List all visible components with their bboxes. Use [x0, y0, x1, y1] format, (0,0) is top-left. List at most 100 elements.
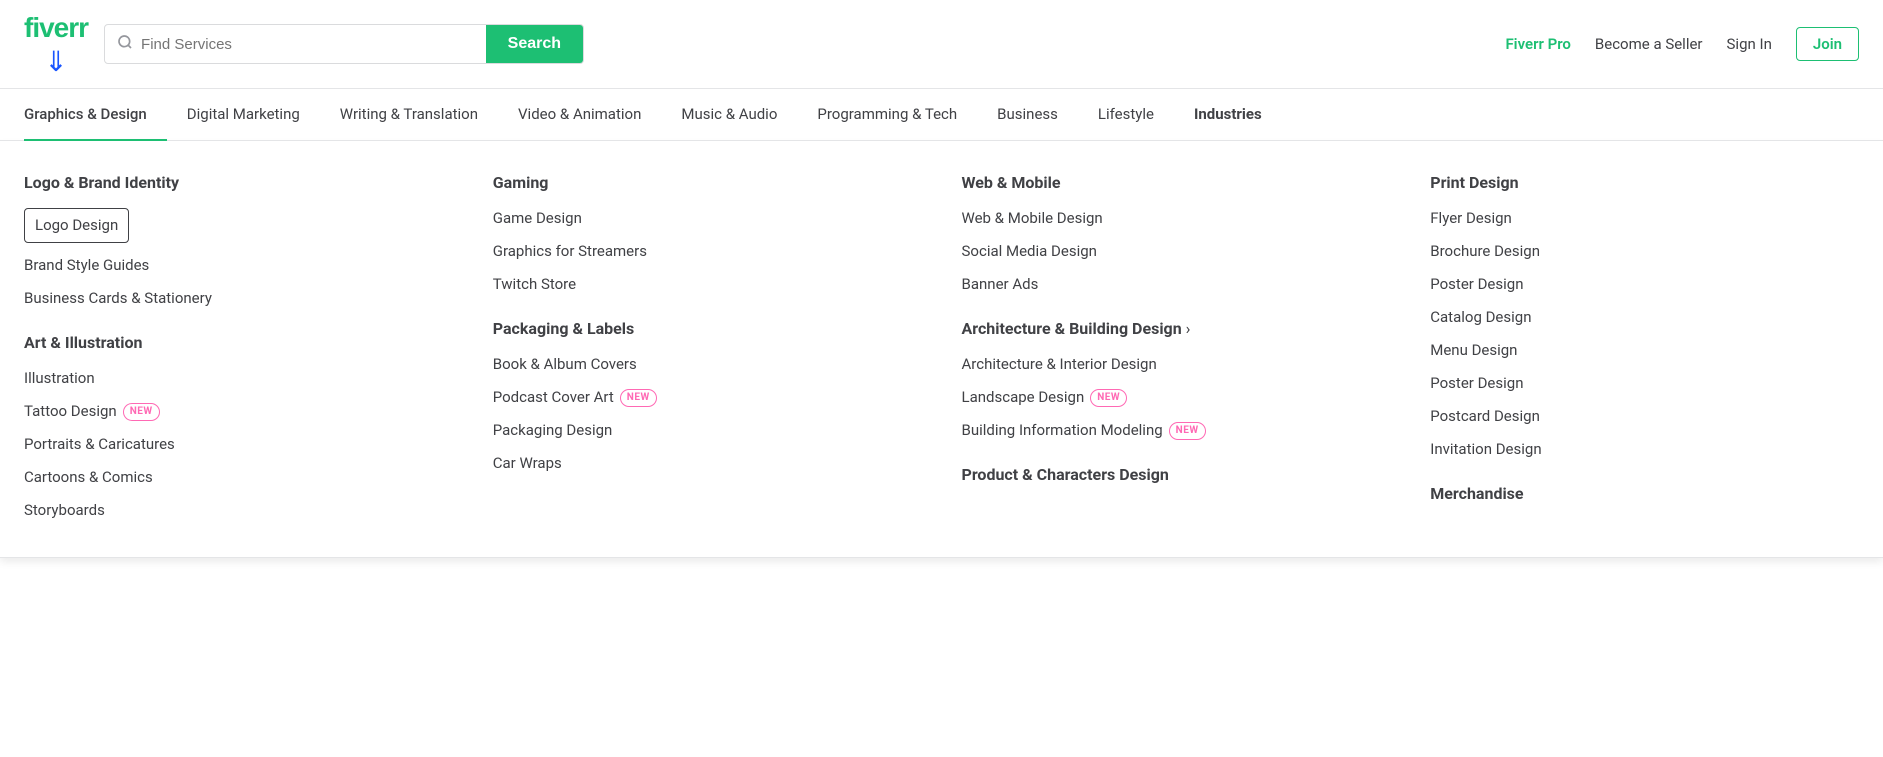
menu-item-label: Catalog Design	[1430, 307, 1531, 328]
menu-item[interactable]: Building Information Modeling NEW	[962, 420, 1391, 441]
menu-item[interactable]: Invitation Design	[1430, 439, 1859, 460]
menu-item[interactable]: Podcast Cover Art NEW	[493, 387, 922, 408]
become-seller-link[interactable]: Become a Seller	[1595, 35, 1703, 53]
menu-item[interactable]: Architecture & Interior Design	[962, 354, 1391, 375]
section-title: Print Design	[1430, 173, 1859, 192]
menu-item-label: Web & Mobile Design	[962, 208, 1103, 229]
menu-item[interactable]: Graphics for Streamers	[493, 241, 922, 262]
menu-item[interactable]: Packaging Design	[493, 420, 922, 441]
nav-tab-digital[interactable]: Digital Marketing	[167, 89, 320, 141]
menu-item-label: Poster Design	[1430, 373, 1523, 394]
dropdown-column-col1: Logo & Brand Identity Logo Design Brand St…	[24, 173, 453, 533]
search-input-wrapper	[105, 25, 486, 63]
section-title: Merchandise	[1430, 484, 1859, 503]
menu-item-label: Business Cards & Stationery	[24, 288, 212, 309]
menu-item-label: Flyer Design	[1430, 208, 1512, 229]
menu-item-label: Car Wraps	[493, 453, 562, 474]
section-title: Logo & Brand Identity	[24, 173, 453, 192]
menu-item[interactable]: Web & Mobile Design	[962, 208, 1391, 229]
search-button[interactable]: Search	[486, 25, 583, 63]
menu-item-label: Banner Ads	[962, 274, 1039, 295]
nav-tab-writing[interactable]: Writing & Translation	[320, 89, 498, 141]
menu-item[interactable]: Book & Album Covers	[493, 354, 922, 375]
menu-item-label: Tattoo Design	[24, 401, 117, 422]
menu-item[interactable]: Poster Design	[1430, 373, 1859, 394]
header: fiverr ⇓ Search Fiverr Pro Become a Sell…	[0, 0, 1883, 89]
menu-item[interactable]: Catalog Design	[1430, 307, 1859, 328]
nav-tab-music[interactable]: Music & Audio	[661, 89, 797, 141]
fiverr-logo[interactable]: fiverr	[24, 12, 88, 44]
menu-item[interactable]: Portraits & Caricatures	[24, 434, 453, 455]
menu-item-label: Cartoons & Comics	[24, 467, 153, 488]
nav-tab-programming[interactable]: Programming & Tech	[797, 89, 977, 141]
nav-tab-industries[interactable]: Industries	[1174, 89, 1282, 141]
menu-item[interactable]: Brand Style Guides	[24, 255, 453, 276]
menu-item[interactable]: Social Media Design	[962, 241, 1391, 262]
menu-item[interactable]: Cartoons & Comics	[24, 467, 453, 488]
menu-item-label: Packaging Design	[493, 420, 613, 441]
menu-item-label: Graphics for Streamers	[493, 241, 647, 262]
dropdown-column-col3: Web & Mobile Web & Mobile Design Social Me…	[962, 173, 1391, 533]
menu-item[interactable]: Landscape Design NEW	[962, 387, 1391, 408]
new-badge: NEW	[620, 389, 657, 407]
nav-tab-lifestyle[interactable]: Lifestyle	[1078, 89, 1174, 141]
menu-item[interactable]: Brochure Design	[1430, 241, 1859, 262]
menu-item-label: Twitch Store	[493, 274, 576, 295]
menu-item-label: Illustration	[24, 368, 95, 389]
section-title: Web & Mobile	[962, 173, 1391, 192]
header-nav: Fiverr Pro Become a Seller Sign In Join	[1505, 27, 1859, 61]
search-icon	[117, 34, 133, 54]
section-title: Art & Illustration	[24, 333, 453, 352]
menu-item[interactable]: Twitch Store	[493, 274, 922, 295]
menu-item-label: Portraits & Caricatures	[24, 434, 175, 455]
nav-tabs: Graphics & DesignDigital MarketingWritin…	[0, 89, 1883, 141]
menu-item-label: Postcard Design	[1430, 406, 1540, 427]
sign-in-link[interactable]: Sign In	[1727, 35, 1772, 53]
menu-item-label: Brochure Design	[1430, 241, 1540, 262]
section-title: Gaming	[493, 173, 922, 192]
dropdown-column-col4: Print Design Flyer Design Brochure Design P…	[1430, 173, 1859, 533]
menu-item[interactable]: Postcard Design	[1430, 406, 1859, 427]
search-bar: Search	[104, 24, 584, 64]
menu-item[interactable]: Storyboards	[24, 500, 453, 521]
menu-item-label: Landscape Design	[962, 387, 1085, 408]
menu-item[interactable]: Game Design	[493, 208, 922, 229]
menu-item-label: Logo Design	[35, 215, 118, 236]
menu-item-label: Building Information Modeling	[962, 420, 1163, 441]
dropdown-panel: Logo & Brand Identity Logo Design Brand St…	[0, 141, 1883, 558]
menu-item-label: Invitation Design	[1430, 439, 1541, 460]
menu-item-label: Podcast Cover Art	[493, 387, 614, 408]
search-input[interactable]	[141, 36, 474, 53]
join-button[interactable]: Join	[1796, 27, 1859, 61]
menu-item-label: Poster Design	[1430, 274, 1523, 295]
nav-tab-video[interactable]: Video & Animation	[498, 89, 661, 141]
menu-item[interactable]: Banner Ads	[962, 274, 1391, 295]
section-title: Product & Characters Design	[962, 465, 1391, 484]
dropdown-column-col2: Gaming Game Design Graphics for Streamers T…	[493, 173, 922, 533]
menu-item[interactable]: Flyer Design	[1430, 208, 1859, 229]
menu-item-label: Menu Design	[1430, 340, 1517, 361]
nav-tab-graphics[interactable]: Graphics & Design	[24, 89, 167, 141]
fiverr-pro-link[interactable]: Fiverr Pro	[1505, 35, 1570, 53]
menu-item-label: Game Design	[493, 208, 582, 229]
menu-item-label: Storyboards	[24, 500, 105, 521]
new-badge: NEW	[1090, 389, 1127, 407]
down-arrow-icon: ⇓	[44, 48, 67, 76]
new-badge: NEW	[1169, 422, 1206, 440]
menu-item[interactable]: Tattoo Design NEW	[24, 401, 453, 422]
menu-item-label: Book & Album Covers	[493, 354, 637, 375]
section-title: Architecture & Building Design	[962, 319, 1391, 338]
menu-item[interactable]: Menu Design	[1430, 340, 1859, 361]
new-badge: NEW	[123, 403, 160, 421]
menu-item[interactable]: Business Cards & Stationery	[24, 288, 453, 309]
section-title: Packaging & Labels	[493, 319, 922, 338]
menu-item[interactable]: Logo Design	[24, 208, 129, 243]
menu-item[interactable]: Car Wraps	[493, 453, 922, 474]
logo-area: fiverr ⇓	[24, 12, 88, 76]
menu-item-label: Brand Style Guides	[24, 255, 149, 276]
menu-item[interactable]: Poster Design	[1430, 274, 1859, 295]
menu-item[interactable]: Illustration	[24, 368, 453, 389]
nav-tab-business[interactable]: Business	[977, 89, 1078, 141]
menu-item-label: Social Media Design	[962, 241, 1097, 262]
menu-item-label: Architecture & Interior Design	[962, 354, 1157, 375]
